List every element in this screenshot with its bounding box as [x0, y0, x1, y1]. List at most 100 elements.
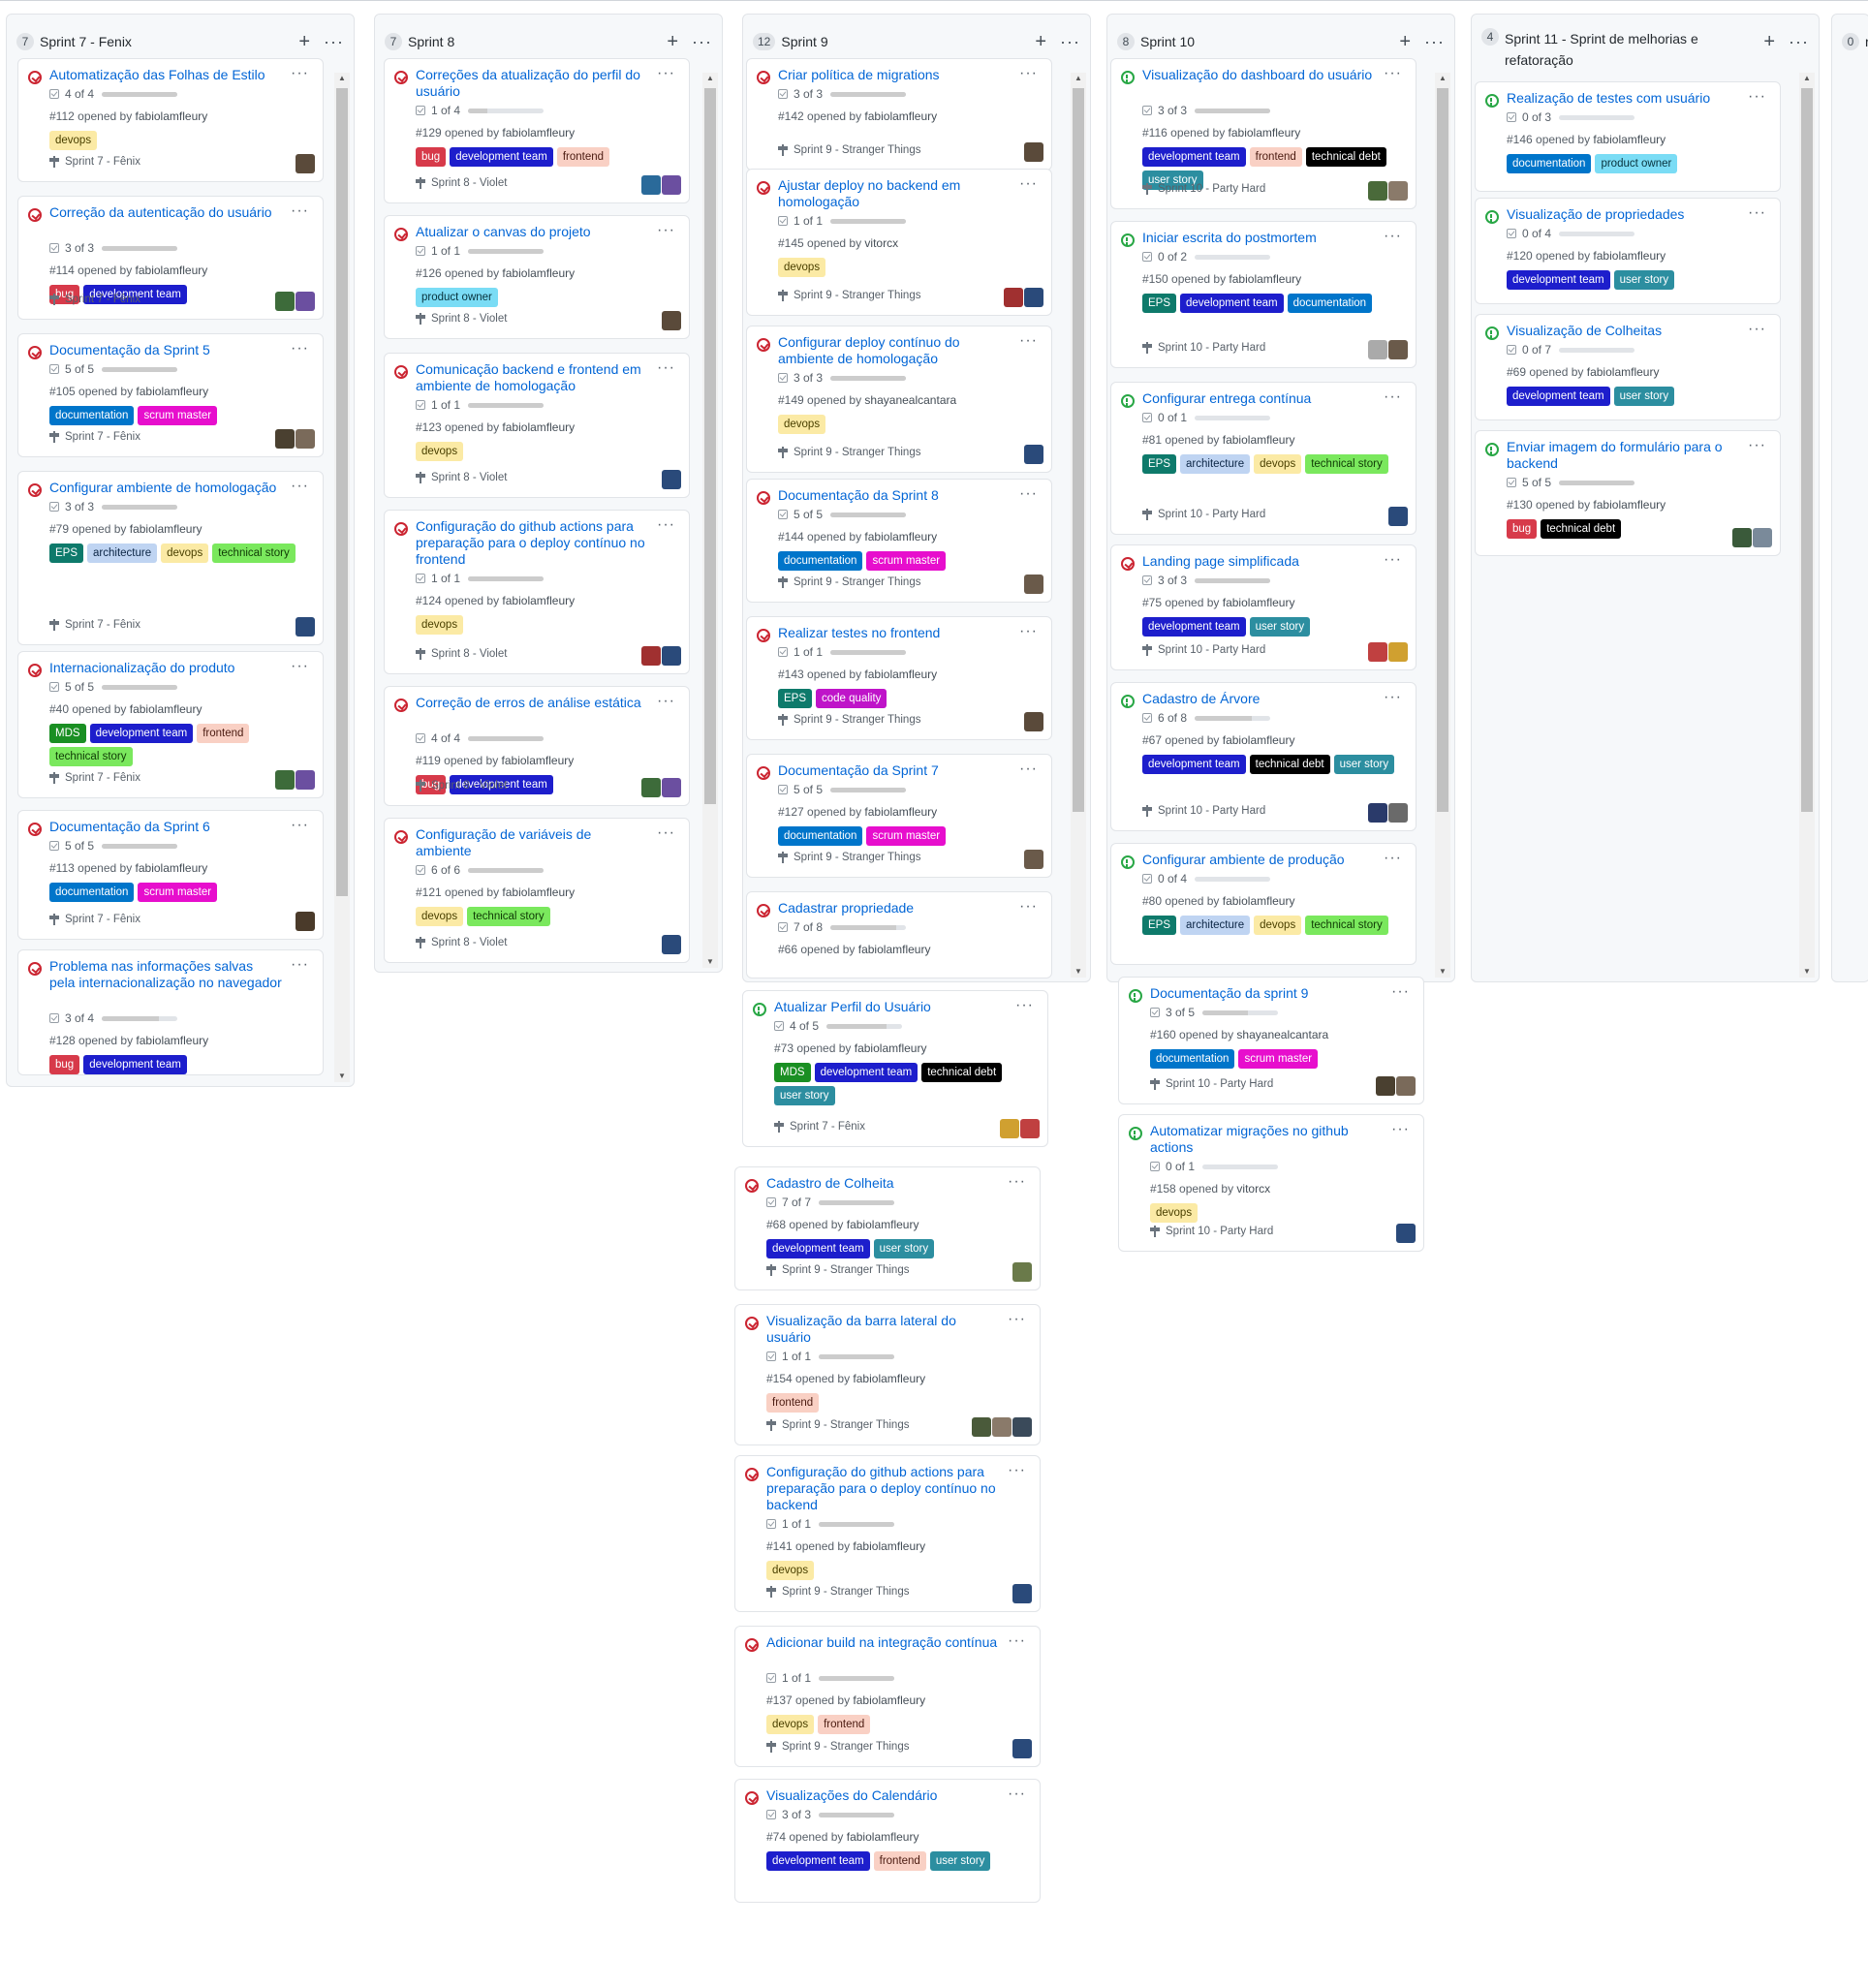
issue-label[interactable]: documentation [1287, 294, 1373, 313]
issue-author[interactable]: fabiolamfleury [502, 754, 575, 767]
issue-author[interactable]: fabiolamfleury [1587, 365, 1660, 379]
avatar[interactable] [296, 912, 315, 931]
avatar[interactable] [1388, 642, 1408, 662]
scrollbar-thumb[interactable] [1073, 88, 1084, 812]
issue-label[interactable]: development team [766, 1851, 870, 1871]
scroll-up-icon[interactable]: ▲ [702, 73, 718, 84]
avatar[interactable] [1376, 1076, 1395, 1096]
issue-card[interactable]: Configurar ambiente de produção ··· 0 of 4… [1110, 843, 1417, 965]
column-menu-icon[interactable]: ··· [1060, 32, 1080, 52]
issue-author[interactable]: fabiolamfleury [1229, 126, 1301, 140]
issue-card[interactable]: Visualização de propriedades ··· 0 of 4 #12… [1475, 198, 1781, 304]
avatar[interactable] [1024, 575, 1043, 594]
card-menu-icon[interactable]: ··· [291, 65, 309, 82]
avatar[interactable] [1024, 142, 1043, 162]
issue-label[interactable]: devops [416, 907, 464, 926]
issue-label[interactable]: documentation [1507, 154, 1592, 173]
issue-author[interactable]: fabiolamfleury [1593, 498, 1666, 512]
issue-label[interactable]: documentation [778, 826, 863, 846]
issue-card[interactable]: Documentação da Sprint 6 ··· 5 of 5 #113 op… [17, 810, 324, 940]
issue-label[interactable]: documentation [778, 551, 863, 571]
card-menu-icon[interactable]: ··· [1384, 689, 1402, 706]
issue-label[interactable]: bug [1507, 519, 1538, 539]
issue-author[interactable]: fabiolamfleury [847, 1218, 919, 1231]
issue-label[interactable]: user story [1249, 617, 1311, 637]
issue-label[interactable]: architecture [1180, 916, 1251, 935]
issue-label[interactable]: product owner [416, 288, 498, 307]
avatar[interactable] [1388, 803, 1408, 823]
avatar[interactable] [1020, 1119, 1040, 1138]
avatar[interactable] [1753, 528, 1772, 547]
issue-label[interactable]: MDS [49, 724, 86, 743]
issue-title-link[interactable]: Correção de erros de análise estática [416, 695, 648, 711]
avatar[interactable] [1388, 507, 1408, 526]
issue-card[interactable]: Atualizar o canvas do projeto ··· 1 of 1 #1… [384, 215, 690, 339]
issue-label[interactable]: technical debt [1541, 519, 1622, 539]
avatar[interactable] [1396, 1076, 1416, 1096]
add-card-icon[interactable]: + [1399, 31, 1411, 53]
issue-author[interactable]: fabiolamfleury [855, 1041, 927, 1055]
card-menu-icon[interactable]: ··· [291, 817, 309, 834]
milestone[interactable]: Sprint 9 - Stranger Things [778, 447, 920, 458]
issue-author[interactable]: fabiolamfleury [130, 522, 202, 536]
issue-label[interactable]: development team [1507, 387, 1610, 406]
issue-title-link[interactable]: Enviar imagem do formulário para o backe… [1507, 439, 1739, 472]
milestone[interactable]: Sprint 9 - Stranger Things [778, 714, 920, 726]
issue-label[interactable]: user story [774, 1086, 835, 1105]
issue-label[interactable]: scrum master [138, 883, 218, 902]
issue-card[interactable]: Enviar imagem do formulário para o backe… [1475, 430, 1781, 556]
avatar[interactable] [1368, 803, 1387, 823]
card-menu-icon[interactable]: ··· [1015, 997, 1034, 1014]
milestone[interactable]: Sprint 7 - Fênix [774, 1121, 865, 1133]
issue-label[interactable]: frontend [873, 1851, 926, 1871]
milestone[interactable]: Sprint 10 - Party Hard [1150, 1078, 1273, 1090]
card-menu-icon[interactable]: ··· [1384, 388, 1402, 406]
issue-card[interactable]: Internacionalização do produto ··· 5 of 5 #… [17, 651, 324, 798]
milestone[interactable]: Sprint 10 - Party Hard [1142, 183, 1265, 195]
issue-label[interactable]: development team [814, 1063, 918, 1082]
add-card-icon[interactable]: + [1763, 31, 1775, 53]
column-menu-icon[interactable]: ··· [324, 32, 344, 52]
issue-card[interactable]: Atualizar Perfil do Usuário ··· 4 of 5 #73 … [742, 990, 1048, 1147]
avatar[interactable] [1024, 712, 1043, 731]
avatar[interactable] [1024, 445, 1043, 464]
avatar[interactable] [662, 935, 681, 954]
issue-title-link[interactable]: Visualização da barra lateral do usuário [766, 1313, 999, 1346]
issue-author[interactable]: fabiolamfleury [502, 885, 575, 899]
milestone[interactable]: Sprint 10 - Party Hard [1150, 1226, 1273, 1237]
avatar[interactable] [296, 292, 315, 311]
avatar[interactable] [1368, 340, 1387, 359]
card-menu-icon[interactable]: ··· [1384, 850, 1402, 867]
issue-label[interactable]: technical story [49, 747, 133, 766]
column-scrollbar[interactable]: ▲ ▼ [1071, 73, 1086, 978]
card-menu-icon[interactable]: ··· [657, 516, 675, 534]
issue-label[interactable]: code quality [816, 689, 887, 708]
avatar[interactable] [992, 1417, 1012, 1437]
issue-card[interactable]: Criar política de migrations ··· 3 of 3 #14… [746, 58, 1052, 171]
card-menu-icon[interactable]: ··· [1748, 204, 1766, 222]
avatar[interactable] [662, 311, 681, 330]
avatar[interactable] [1024, 850, 1043, 869]
issue-label[interactable]: EPS [1142, 294, 1177, 313]
issue-title-link[interactable]: Configuração do github actions para prep… [766, 1464, 999, 1513]
issue-card[interactable]: Documentação da sprint 9 ··· 3 of 5 #160 op… [1118, 977, 1424, 1104]
issue-title-link[interactable]: Iniciar escrita do postmortem [1142, 230, 1375, 246]
scroll-down-icon[interactable]: ▼ [702, 956, 718, 968]
avatar[interactable] [641, 175, 661, 195]
scrollbar-thumb[interactable] [1801, 88, 1813, 812]
issue-label[interactable]: user story [1613, 270, 1675, 290]
issue-label[interactable]: technical story [467, 907, 550, 926]
issue-title-link[interactable]: Automatizar migrações no github actions [1150, 1123, 1383, 1156]
issue-label[interactable]: technical story [1305, 454, 1388, 474]
issue-label[interactable]: devops [416, 615, 464, 635]
issue-card[interactable]: Visualização da barra lateral do usuário… [734, 1304, 1041, 1445]
issue-title-link[interactable]: Atualizar Perfil do Usuário [774, 999, 1007, 1015]
issue-author[interactable]: fabiolamfleury [136, 861, 208, 875]
milestone[interactable]: Sprint 8 - Violet [416, 177, 507, 189]
issue-card[interactable]: Correção de erros de análise estática ···… [384, 686, 690, 806]
issue-author[interactable]: fabiolamfleury [1223, 733, 1295, 747]
issue-label[interactable]: EPS [1142, 916, 1177, 935]
issue-card[interactable]: Comunicação backend e frontend em ambien… [384, 353, 690, 498]
milestone[interactable]: Sprint 7 - Fênix [49, 156, 140, 168]
add-card-icon[interactable]: + [298, 31, 310, 53]
